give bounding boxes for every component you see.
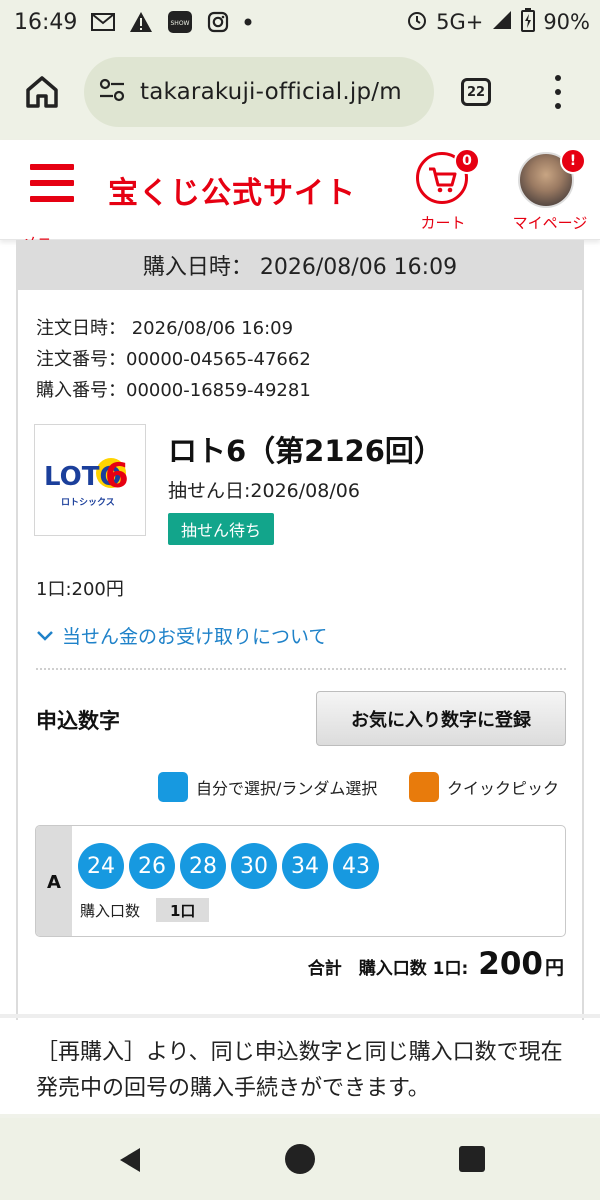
back-icon[interactable] <box>116 1146 144 1178</box>
mail-icon <box>91 13 116 31</box>
status-bar: 16:49 SHOW 5G+ 90% <box>0 0 600 44</box>
mypage-alert-badge: ! <box>560 148 586 174</box>
site-settings-icon[interactable] <box>98 78 126 106</box>
number-ball: 43 <box>333 843 379 889</box>
warning-icon <box>129 11 153 33</box>
address-bar[interactable]: takarakuji-official.jp/m <box>84 57 434 127</box>
signal-icon <box>491 9 513 36</box>
number-line-a: A 24 26 28 30 34 43 購入口数 1口 <box>35 825 566 937</box>
tab-switcher-button[interactable]: 22 <box>461 78 491 106</box>
total-label: 合計 購入口数 1口: <box>307 959 469 979</box>
prize-info-link[interactable]: 当せん金のお受け取りについて <box>36 622 327 649</box>
url-text: takarakuji-official.jp/m <box>140 79 402 105</box>
lottery-title: ロト6（第2126回） <box>168 434 443 468</box>
cart-count-badge: 0 <box>454 148 480 174</box>
mypage-label: マイページ <box>512 214 588 232</box>
instagram-icon <box>207 11 229 33</box>
more-menu-icon[interactable] <box>548 72 568 112</box>
draw-date: 抽せん日:2026/08/06 <box>168 480 360 502</box>
menu-button[interactable]: メニュー <box>16 160 88 252</box>
number-ball: 26 <box>129 843 175 889</box>
network-type: 5G+ <box>436 10 484 34</box>
order-info: 注文日時： 2026/08/06 16:09 注文番号：00000-04565-… <box>36 313 311 406</box>
loto-logo-sub: ロトシックス <box>61 497 115 508</box>
rebuy-note: ［再購入］より、同じ申込数字と同じ購入口数で現在発売中の回号の購入手続きができま… <box>36 1040 563 1101</box>
add-favorite-numbers-button[interactable]: お気に入り数字に登録 <box>316 691 566 746</box>
recent-apps-icon[interactable] <box>459 1146 485 1172</box>
number-ball: 24 <box>78 843 124 889</box>
number-ball: 34 <box>282 843 328 889</box>
legend-self-label: 自分で選択/ランダム選択 <box>196 779 378 798</box>
dot-icon <box>243 17 253 27</box>
status-time: 16:49 <box>14 9 78 35</box>
loto-logo-number: 6 <box>105 456 129 496</box>
home-circle-icon[interactable] <box>285 1144 315 1174</box>
total-amount: 200 <box>478 946 543 982</box>
price-per-unit: 1口:200円 <box>36 579 124 600</box>
number-ball: 28 <box>180 843 226 889</box>
legend-quick-pick: クイックピック <box>409 772 559 802</box>
browser-toolbar: takarakuji-official.jp/m 22 <box>0 44 600 140</box>
legend-quick-label: クイックピック <box>447 779 560 798</box>
mypage-button[interactable]: ! マイページ <box>504 148 594 232</box>
legend-self-select: 自分で選択/ランダム選択 <box>158 772 377 802</box>
chevron-down-icon <box>36 625 54 647</box>
number-ball: 30 <box>231 843 277 889</box>
status-badge: 抽せん待ち <box>168 513 275 545</box>
total-currency: 円 <box>544 957 564 979</box>
battery-icon <box>521 7 536 37</box>
numbers-heading: 申込数字 <box>36 709 120 733</box>
prize-info-link-label: 当せん金のお受け取りについて <box>62 626 328 648</box>
line-letter: A <box>36 826 72 936</box>
purchase-number: 購入番号：00000-16859-49281 <box>36 380 311 401</box>
quick-pick-swatch <box>409 772 439 802</box>
section-separator <box>0 1014 600 1018</box>
showroom-icon: SHOW <box>167 10 193 34</box>
purchase-datetime: 購入日時： 2026/08/06 16:09 <box>16 240 584 290</box>
qty-value: 1口 <box>156 898 210 922</box>
cart-button[interactable]: 0 カート <box>408 148 480 232</box>
svg-text:SHOW: SHOW <box>171 20 190 27</box>
total-summary: 合計 購入口数 1口: 200 円 <box>308 946 564 982</box>
alarm-icon <box>406 9 428 36</box>
order-date: 注文日時： 2026/08/06 16:09 <box>36 318 294 339</box>
battery-level: 90% <box>543 10 590 34</box>
qty-label: 購入口数 <box>80 902 141 920</box>
dotted-divider <box>36 668 566 670</box>
order-number: 注文番号：00000-04565-47662 <box>36 349 311 370</box>
site-logo[interactable]: 宝くじ公式サイト <box>108 168 356 212</box>
loto6-logo: LOTO 6 ロトシックス <box>34 424 146 536</box>
home-icon[interactable] <box>22 72 62 112</box>
self-select-swatch <box>158 772 188 802</box>
cart-label: カート <box>420 214 466 232</box>
